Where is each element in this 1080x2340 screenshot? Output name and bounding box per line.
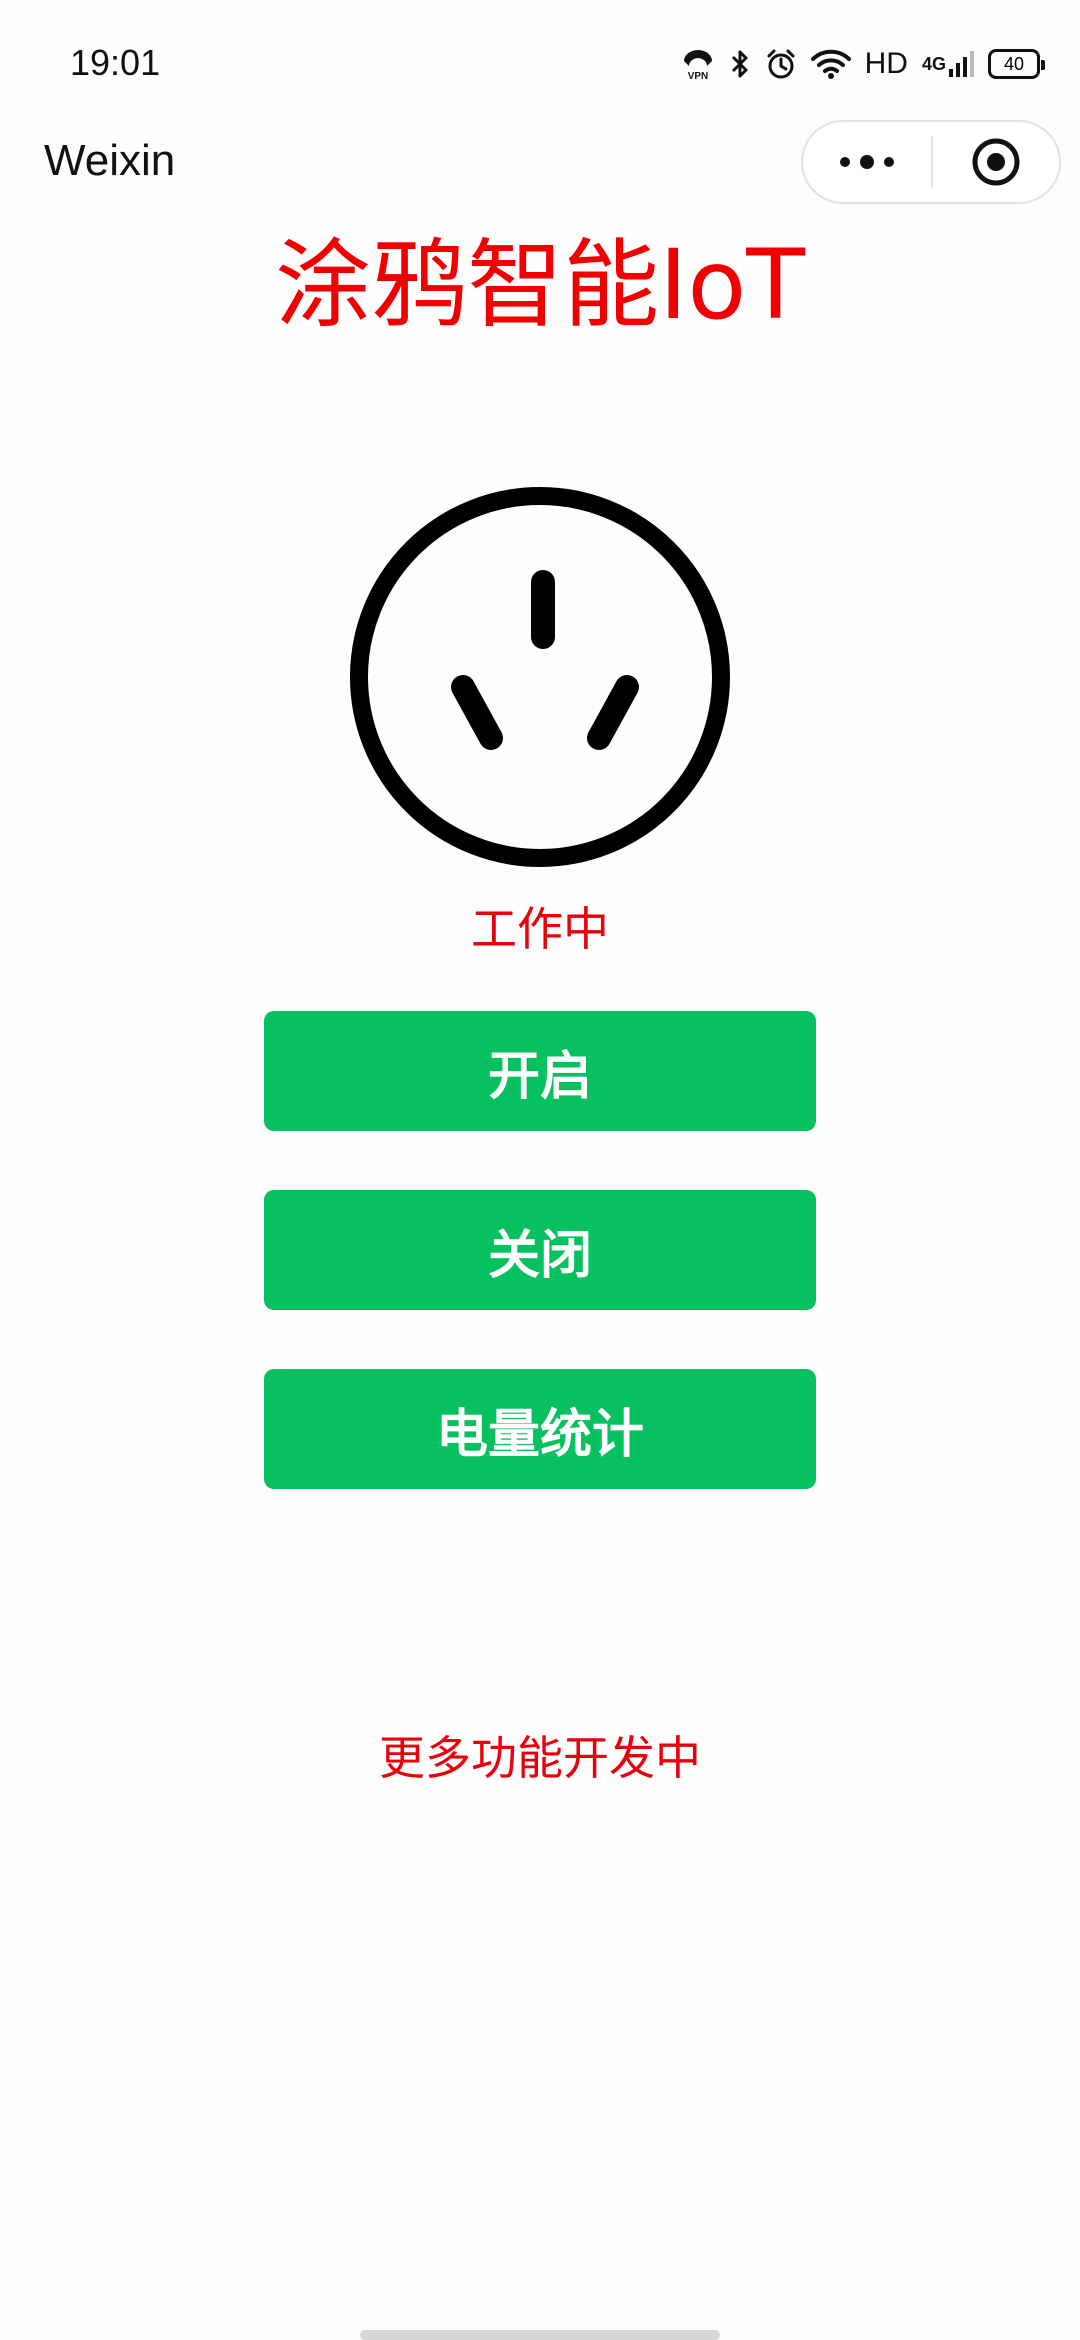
status-time: 19:01 — [70, 42, 161, 83]
open-button-label: 开启 — [487, 1046, 592, 1107]
power-stats-button[interactable]: 电量统计 — [264, 1369, 816, 1489]
network-label: 4G — [921, 54, 946, 74]
svg-text:VPN: VPN — [687, 71, 708, 81]
bluetooth-icon — [729, 48, 751, 80]
home-indicator[interactable] — [360, 2330, 720, 2340]
device-status: 工作中 — [471, 902, 609, 956]
hd-label: HD — [864, 47, 908, 80]
more-dots-icon[interactable] — [803, 122, 931, 202]
open-button[interactable]: 开启 — [264, 1011, 816, 1131]
title-bar: Weixin — [0, 120, 1080, 210]
close-button[interactable]: 关闭 — [264, 1190, 816, 1310]
status-bar: 19:01 VPN HD 4G 40 — [0, 0, 1080, 120]
power-socket-icon — [350, 487, 730, 867]
close-button-label: 关闭 — [487, 1225, 592, 1286]
footer-note: 更多功能开发中 — [379, 1731, 701, 1785]
power-stats-button-label: 电量统计 — [435, 1404, 644, 1465]
battery-icon: 40 — [988, 49, 1045, 79]
alarm-icon — [765, 48, 797, 80]
signal-4g-icon: 4G — [922, 49, 974, 79]
capsule-menu — [801, 120, 1061, 204]
wifi-icon — [810, 48, 851, 80]
app-title: Weixin — [44, 136, 176, 185]
battery-level: 40 — [1003, 53, 1025, 74]
status-icons: VPN HD 4G 40 — [681, 44, 1045, 84]
page-title: 涂鸦智能IoT — [275, 229, 805, 341]
target-icon[interactable] — [933, 122, 1059, 202]
vpn-icon: VPN — [681, 47, 715, 81]
